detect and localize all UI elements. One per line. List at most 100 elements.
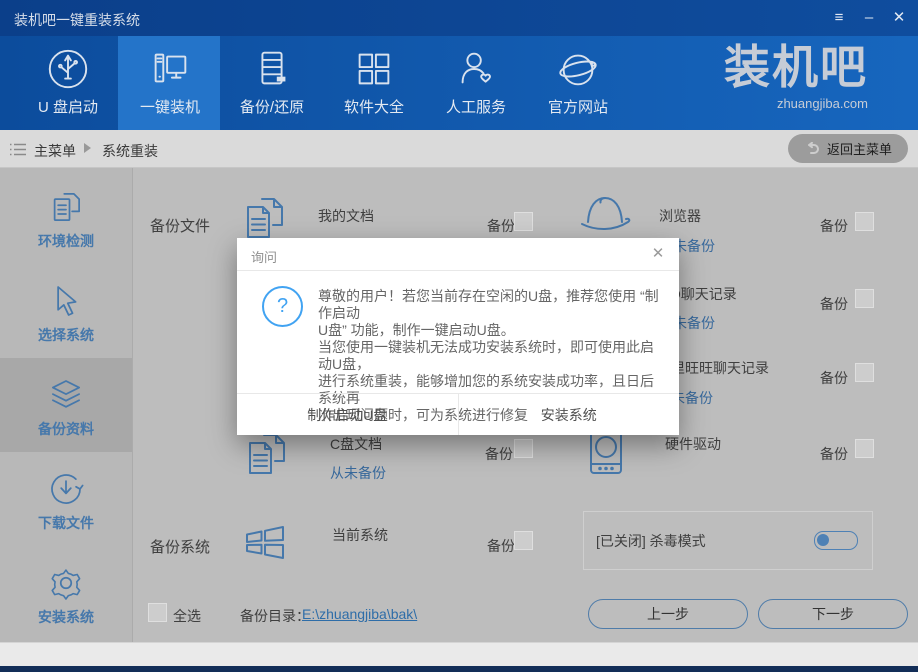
usb-icon bbox=[48, 49, 88, 89]
nav-item-website[interactable]: 官方网站 bbox=[527, 36, 629, 130]
window-title: 装机吧一键重装系统 bbox=[14, 12, 140, 28]
row-title-current-system: 当前系统 bbox=[332, 527, 388, 543]
backup-label: 备份 bbox=[820, 218, 848, 234]
row-title-c-drive-docs: C盘文档 bbox=[330, 436, 383, 452]
logo-domain: zhuangjiba.com bbox=[776, 96, 868, 111]
title-bar: 装机吧一键重装系统 ≡ – ✕ bbox=[0, 0, 918, 36]
next-step-button[interactable]: 下一步 bbox=[758, 599, 908, 629]
backup-dir-label: 备份目录： bbox=[240, 608, 310, 624]
brand-logo: 装机吧 zhuangjiba.com bbox=[692, 40, 868, 111]
backup-dir-link[interactable]: E:\zhuangjiba\bak\ bbox=[302, 606, 417, 622]
nav-label: 备份/还原 bbox=[239, 99, 305, 116]
backup-checkbox-qq-chat[interactable] bbox=[855, 289, 874, 308]
backup-system-group-label: 备份系统 bbox=[150, 539, 211, 556]
dialog-title: 询问 bbox=[251, 250, 278, 265]
nav-label: U 盘启动 bbox=[37, 99, 98, 116]
document-icon bbox=[249, 434, 285, 474]
breadcrumb-root[interactable]: 主菜单 bbox=[34, 141, 76, 161]
globe-icon bbox=[559, 54, 597, 86]
server-icon bbox=[261, 51, 286, 85]
select-all-label: 全选 bbox=[173, 608, 201, 624]
question-dialog: 询问 ✕ ? 尊敬的用户！若您当前存在空闲的U盘，推荐您使用 “制作启动 U盘”… bbox=[237, 238, 679, 435]
sidebar-label: 环境检测 bbox=[38, 233, 94, 249]
breadcrumb-arrow-icon bbox=[84, 143, 91, 153]
nav-label: 一键装机 bbox=[139, 99, 200, 116]
antivirus-toggle[interactable] bbox=[814, 531, 858, 550]
nav-item-one-key-install[interactable]: 一键装机 bbox=[119, 36, 221, 130]
backup-checkbox-c-drive-docs[interactable] bbox=[514, 439, 533, 458]
sidebar: 环境检测 选择系统 备份资料 下载文件 安装系统 bbox=[0, 168, 133, 642]
nav-item-usb-boot[interactable]: U 盘启动 bbox=[17, 36, 119, 130]
back-to-main-menu-button[interactable]: 返回主菜单 bbox=[788, 134, 908, 163]
document-icon bbox=[247, 198, 283, 238]
sidebar-label: 选择系统 bbox=[38, 327, 94, 343]
back-arrow-icon bbox=[807, 141, 819, 154]
dialog-message-line: U盘” 功能，制作一键启动U盘。 bbox=[318, 322, 515, 338]
browser-icon bbox=[581, 197, 631, 230]
backup-checkbox-aliwangwang[interactable] bbox=[855, 363, 874, 382]
question-icon: ? bbox=[262, 286, 303, 327]
dialog-title-bar: 询问 ✕ bbox=[237, 238, 679, 271]
computer-icon bbox=[154, 53, 187, 83]
antivirus-label: [已关闭] 杀毒模式 bbox=[596, 532, 706, 549]
row-title-my-documents: 我的文档 bbox=[318, 208, 374, 224]
nav-label: 人工服务 bbox=[445, 99, 506, 116]
close-icon[interactable]: ✕ bbox=[888, 8, 910, 28]
download-icon bbox=[51, 474, 84, 504]
cursor-icon bbox=[57, 286, 77, 316]
bottom-border-strip bbox=[0, 666, 918, 672]
backup-label: 备份 bbox=[820, 446, 848, 462]
sidebar-label: 下载文件 bbox=[38, 515, 94, 531]
minimize-icon[interactable]: – bbox=[858, 8, 880, 28]
nav-item-software[interactable]: 软件大全 bbox=[323, 36, 425, 130]
sidebar-item-install-system[interactable]: 安装系统 bbox=[0, 546, 132, 640]
make-boot-usb-button[interactable]: 制作启动U盘 bbox=[237, 394, 459, 435]
backup-checkbox-my-documents[interactable] bbox=[514, 212, 533, 231]
nav-item-support[interactable]: 人工服务 bbox=[425, 36, 527, 130]
backup-label: 备份 bbox=[487, 538, 515, 554]
sidebar-item-env-check[interactable]: 环境检测 bbox=[0, 170, 132, 264]
person-icon bbox=[461, 52, 491, 84]
select-all-checkbox[interactable] bbox=[148, 603, 167, 622]
sidebar-label: 备份资料 bbox=[38, 421, 94, 437]
nav-label: 软件大全 bbox=[343, 99, 404, 116]
row-status-c-drive-docs[interactable]: 从未备份 bbox=[330, 463, 386, 483]
antivirus-panel: [已关闭] 杀毒模式 bbox=[583, 511, 873, 570]
row-title-hardware-driver: 硬件驱动 bbox=[665, 436, 721, 452]
grid-icon bbox=[358, 53, 390, 85]
list-icon bbox=[10, 143, 26, 156]
sidebar-item-select-system[interactable]: 选择系统 bbox=[0, 264, 132, 358]
dialog-close-icon[interactable]: ✕ bbox=[649, 245, 667, 263]
backup-label: 备份 bbox=[820, 296, 848, 312]
back-button-label: 返回主菜单 bbox=[826, 142, 892, 157]
sidebar-item-download-files[interactable]: 下载文件 bbox=[0, 452, 132, 546]
backup-label: 备份 bbox=[487, 218, 515, 234]
row-title-browser: 浏览器 bbox=[659, 208, 701, 224]
dialog-message-line: 尊敬的用户！若您当前存在空闲的U盘，推荐您使用 “制作启动 bbox=[318, 288, 659, 321]
menu-icon[interactable]: ≡ bbox=[828, 8, 850, 28]
backup-files-group-label: 备份文件 bbox=[150, 218, 211, 235]
pages-icon bbox=[53, 193, 80, 221]
status-bar: VER[11.5.47.1530] 微信客服 QQ交流群 bbox=[0, 642, 918, 666]
sidebar-label: 安装系统 bbox=[38, 609, 94, 625]
prev-step-button[interactable]: 上一步 bbox=[588, 599, 748, 629]
logo-text: 装机吧 bbox=[724, 41, 868, 93]
sidebar-item-backup-data[interactable]: 备份资料 bbox=[0, 358, 132, 452]
nav-item-backup-restore[interactable]: 备份/还原 bbox=[221, 36, 323, 130]
backup-label: 备份 bbox=[820, 370, 848, 386]
backup-label: 备份 bbox=[485, 446, 513, 462]
nav-label: 官方网站 bbox=[547, 99, 608, 116]
backup-checkbox-current-system[interactable] bbox=[514, 531, 533, 550]
dialog-message-line: 当您使用一键装机无法成功安装系统时，即可使用此启动U盘， bbox=[318, 339, 654, 372]
toggle-knob bbox=[817, 533, 829, 546]
backup-checkbox-hardware-driver[interactable] bbox=[855, 439, 874, 458]
windows-icon bbox=[246, 526, 284, 559]
breadcrumb-bar: 主菜单 系统重装 bbox=[0, 130, 918, 168]
dialog-footer: 制作启动U盘 安装系统 bbox=[237, 393, 679, 435]
install-system-button[interactable]: 安装系统 bbox=[459, 394, 680, 435]
app-window: 装机吧一键重装系统 ≡ – ✕ U 盘启动 一键装机 备份/还原 软件大全 人工… bbox=[0, 0, 918, 672]
breadcrumb-current: 系统重装 bbox=[102, 143, 158, 159]
gear-icon bbox=[51, 569, 81, 600]
backup-checkbox-browser[interactable] bbox=[855, 212, 874, 231]
layers-icon bbox=[52, 380, 80, 408]
